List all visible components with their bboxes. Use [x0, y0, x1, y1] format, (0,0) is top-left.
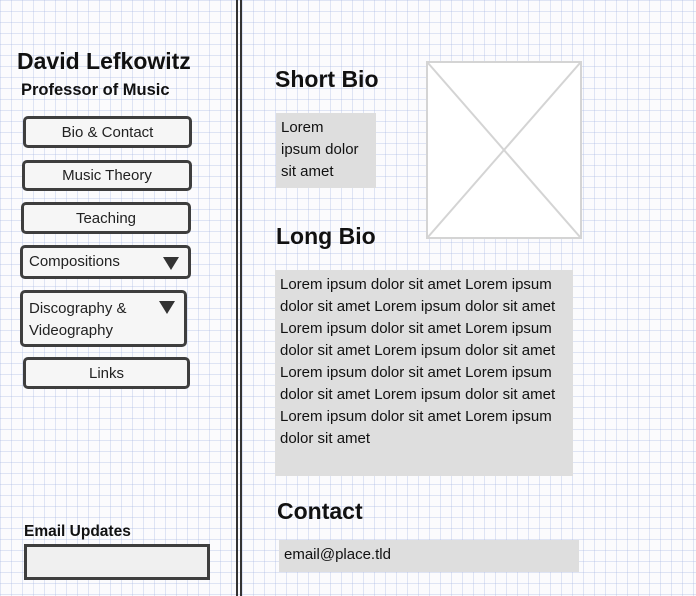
long-bio-text: Lorem ipsum dolor sit amet Lorem ipsum d… [275, 270, 573, 476]
nav-discography-label-line2: Videography [29, 322, 113, 339]
nav-bio-contact-button[interactable]: Bio & Contact [23, 116, 192, 148]
nav-teaching-label: Teaching [75, 209, 137, 227]
long-bio-heading: Long Bio [276, 223, 376, 249]
nav-links-label: Links [88, 364, 125, 382]
nav-compositions-label: Compositions [29, 253, 120, 270]
site-owner-name: David Lefkowitz [17, 48, 191, 74]
nav-teaching-button[interactable]: Teaching [21, 202, 191, 234]
contact-heading: Contact [277, 498, 363, 524]
nav-bio-contact-label: Bio & Contact [61, 123, 154, 141]
short-bio-text: Lorem ipsum dolor sit amet [276, 113, 376, 188]
image-placeholder-icon [426, 61, 582, 239]
short-bio-heading: Short Bio [275, 66, 379, 92]
nav-links-button[interactable]: Links [23, 357, 190, 389]
nav-discography-dropdown[interactable]: Discography & Videography [20, 290, 187, 347]
nav-compositions-dropdown[interactable]: Compositions [20, 245, 191, 279]
sidebar-divider-right [240, 0, 242, 596]
nav-music-theory-button[interactable]: Music Theory [22, 160, 192, 191]
email-updates-label: Email Updates [24, 523, 131, 540]
owner-title: Professor of Music [21, 81, 170, 99]
triangle-down-icon [159, 301, 175, 314]
nav-music-theory-label: Music Theory [62, 167, 152, 184]
sidebar-divider-left [236, 0, 238, 596]
email-updates-input[interactable] [24, 544, 210, 580]
contact-email-text: email@place.tld [279, 540, 579, 572]
nav-discography-label-line1: Discography & [29, 300, 127, 317]
nav-discography-label: Discography & Videography [29, 298, 127, 342]
triangle-down-icon [163, 257, 179, 270]
